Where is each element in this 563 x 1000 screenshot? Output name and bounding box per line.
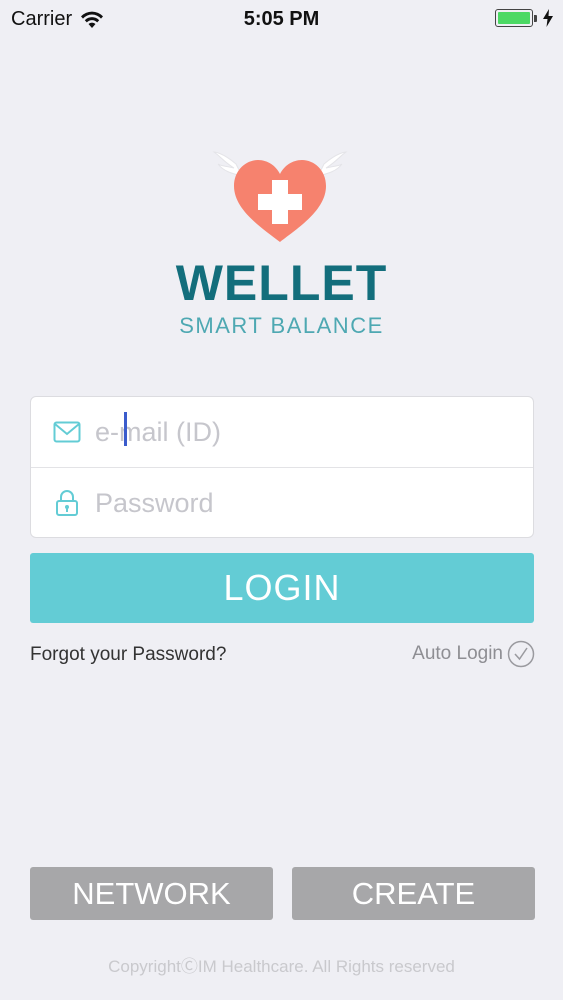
brand-tagline: SMART BALANCE [179, 313, 384, 338]
password-input[interactable] [95, 487, 495, 519]
heart-wings-logo-icon [212, 151, 348, 242]
battery-tip [534, 14, 537, 22]
battery-indicator [495, 9, 553, 27]
envelope-icon [53, 418, 81, 446]
status-bar: Carrier 5:05 PM [0, 0, 563, 40]
network-button[interactable]: NETWORK [30, 867, 273, 920]
create-account-button[interactable]: CREATE [292, 867, 535, 920]
charging-bolt-icon [543, 9, 553, 27]
copyright-text: CopyrightⒸIM Healthcare. All Rights rese… [108, 957, 455, 976]
auto-login-toggle[interactable]: Auto Login [412, 640, 535, 668]
status-time: 5:05 PM [243, 8, 320, 30]
login-form [30, 396, 534, 538]
battery-fill [498, 12, 530, 24]
login-button[interactable]: LOGIN [30, 553, 534, 623]
checkmark-circle-icon[interactable] [507, 640, 535, 668]
password-row [31, 467, 533, 538]
email-row [31, 397, 533, 467]
battery-icon [495, 9, 533, 27]
auto-login-label: Auto Login [412, 643, 503, 664]
brand-name: WELLET [175, 255, 388, 311]
lock-icon [53, 489, 81, 517]
email-input[interactable] [95, 416, 495, 448]
text-cursor [124, 412, 127, 446]
forgot-password-link[interactable]: Forgot your Password? [30, 644, 226, 666]
